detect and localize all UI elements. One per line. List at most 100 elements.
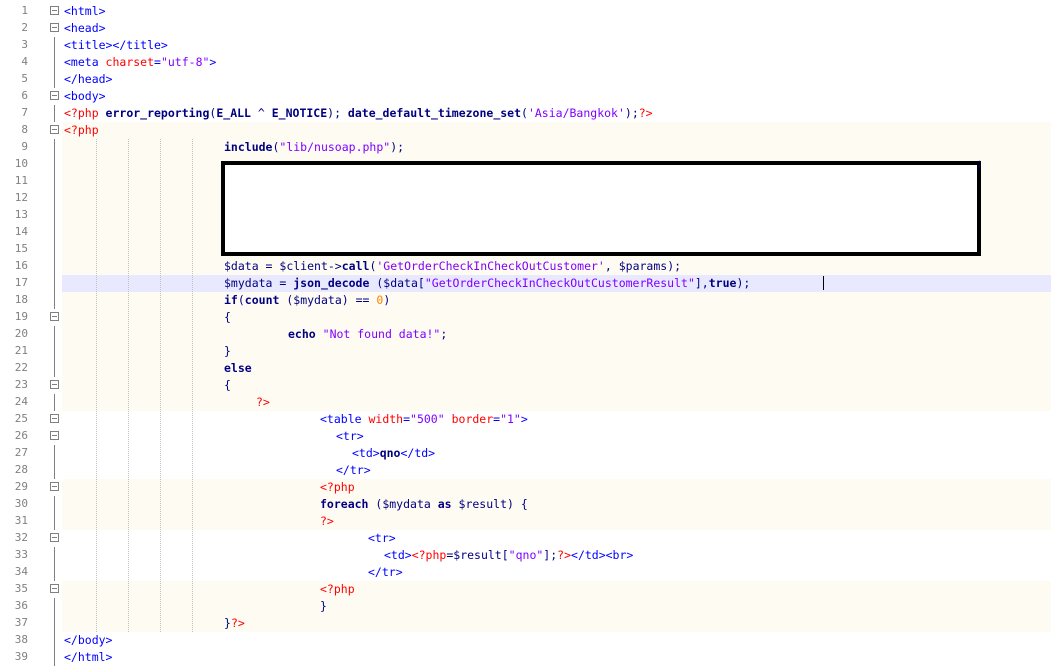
code-line[interactable]: 33 <td><?php=$result["qno"];?></td><br> [0, 547, 1051, 564]
code-token: ( [279, 293, 294, 307]
code-token: } [320, 599, 327, 613]
code-line[interactable]: 25 <table width="500" border="1"> [0, 411, 1051, 428]
code-line[interactable]: 32 <tr> [0, 530, 1051, 547]
fold-toggle-icon[interactable] [50, 380, 59, 389]
code-line[interactable]: 35 <?php [0, 581, 1051, 598]
fold-toggle-icon[interactable] [50, 533, 59, 542]
line-number: 14 [14, 225, 28, 238]
code-token: width [368, 412, 404, 426]
code-line[interactable]: 5 </head> [0, 71, 1051, 88]
code-line[interactable]: 16 $data = $client->call('GetOrderCheckIn… [0, 258, 1051, 275]
code-text: include("lib/nusoap.php"); [224, 140, 404, 155]
fold-line [54, 513, 55, 530]
code-token: E_NOTICE [271, 106, 328, 120]
code-token: error_reporting [105, 106, 210, 120]
fold-toggle-icon[interactable] [50, 482, 59, 491]
code-token: <table [320, 412, 369, 426]
code-token: ?> [230, 616, 245, 630]
code-line[interactable]: 3 <title></title> [0, 37, 1051, 54]
line-number: 26 [14, 429, 28, 442]
fold-toggle-icon[interactable] [50, 584, 59, 593]
code-token: call [341, 259, 370, 273]
fold-line [54, 105, 55, 122]
code-text: <table width="500" border="1"> [320, 412, 528, 427]
fold-toggle-icon[interactable] [50, 312, 59, 321]
code-token: ]; [543, 548, 558, 562]
code-token: "qno" [508, 548, 544, 562]
code-token: ?> [557, 548, 572, 562]
code-text: echo "Not found data!"; [288, 327, 447, 342]
code-line[interactable]: 37}?> [0, 615, 1051, 632]
fold-line [54, 615, 55, 632]
code-token: else [224, 361, 252, 375]
code-token: ) == [341, 293, 377, 307]
code-line[interactable]: 7 <?php error_reporting (E_ALL ^ E_NOTICE)… [0, 105, 1051, 122]
code-token: date_default_timezone_set [347, 106, 522, 120]
line-number: 10 [14, 157, 28, 170]
code-line[interactable]: 21} [0, 343, 1051, 360]
code-token: ^ [250, 106, 272, 120]
code-line[interactable]: 24 ?> [0, 394, 1051, 411]
code-token: ) { [507, 497, 528, 511]
code-token: ( [369, 276, 384, 290]
indent-guide [96, 139, 97, 632]
code-text: else [224, 361, 252, 376]
fold-line [54, 462, 55, 479]
code-line[interactable]: 20 echo "Not found data!"; [0, 326, 1051, 343]
code-line[interactable]: 4 <meta charset="utf-8"> [0, 54, 1051, 71]
code-editor[interactable]: 1 <html> 2 <head> 3 <title></title> 4 <meta cha… [0, 0, 1051, 670]
code-line[interactable]: 8 <?php [0, 122, 1051, 139]
code-token: ], [694, 276, 709, 290]
code-token: $data [383, 276, 418, 290]
code-token: [ [501, 548, 509, 562]
code-text: <tr> [368, 531, 396, 546]
fold-toggle-icon[interactable] [50, 414, 59, 423]
code-token: <tr> [336, 429, 364, 443]
code-line[interactable]: 2 <head> [0, 20, 1051, 37]
code-line[interactable]: 31 ?> [0, 513, 1051, 530]
line-number: 31 [14, 514, 28, 527]
line-number: 36 [14, 599, 28, 612]
code-line[interactable]: 9 include("lib/nusoap.php"); [0, 139, 1051, 156]
code-line[interactable]: 1 <html> [0, 3, 1051, 20]
code-line[interactable]: 22 else [0, 360, 1051, 377]
code-line[interactable]: 27 <td>qno</td> [0, 445, 1051, 462]
line-highlight [62, 632, 1051, 649]
code-line[interactable]: 30 foreach ($mydata as $result) { [0, 496, 1051, 513]
line-number: 23 [14, 378, 28, 391]
fold-toggle-icon[interactable] [50, 431, 59, 440]
code-line[interactable]: 36} [0, 598, 1051, 615]
code-line[interactable]: 23 { [0, 377, 1051, 394]
code-token: </td><br> [571, 548, 634, 562]
code-line[interactable]: 18 if(count ($mydata) == 0) [0, 292, 1051, 309]
code-token: ) [383, 293, 391, 307]
code-line[interactable]: 17 $mydata = json_decode ($data["GetOrder… [0, 275, 1051, 292]
redaction-box [221, 161, 981, 256]
fold-line [54, 241, 55, 258]
fold-toggle-icon[interactable] [50, 23, 59, 32]
code-token: $mydata [224, 276, 273, 290]
fold-toggle-icon[interactable] [50, 6, 59, 15]
code-text: <title></title> [64, 38, 168, 53]
code-line[interactable]: 38 </body> [0, 632, 1051, 649]
line-number: 12 [14, 191, 28, 204]
code-line[interactable]: 28 </tr> [0, 462, 1051, 479]
fold-toggle-icon[interactable] [50, 91, 59, 100]
fold-toggle-icon[interactable] [50, 125, 59, 134]
line-highlight [62, 309, 1051, 326]
code-token: charset [105, 55, 155, 69]
code-line[interactable]: 34 </tr> [0, 564, 1051, 581]
code-text: ?> [256, 395, 270, 410]
code-line[interactable]: 39 </html> [0, 649, 1051, 666]
code-line[interactable]: 29 <?php [0, 479, 1051, 496]
code-token: foreach [320, 497, 369, 511]
code-token: > [209, 55, 217, 69]
code-token: <tr> [368, 531, 396, 545]
code-line[interactable]: 6 <body> [0, 88, 1051, 105]
code-line[interactable]: 19 { [0, 309, 1051, 326]
line-number: 16 [14, 259, 28, 272]
line-number: 19 [14, 310, 28, 323]
code-line[interactable]: 26 <tr> [0, 428, 1051, 445]
code-text: <tr> [336, 429, 364, 444]
